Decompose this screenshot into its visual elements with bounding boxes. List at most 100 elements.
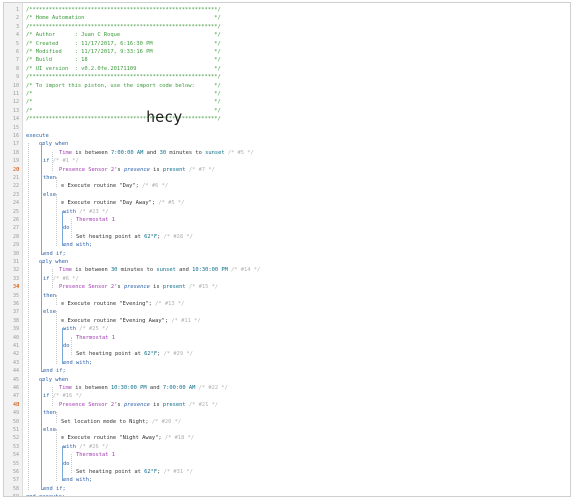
- code-line: do: [63, 460, 70, 468]
- line-number: 10: [12, 82, 19, 89]
- with-block-end: [62, 245, 65, 247]
- code-line: end execute;: [26, 493, 65, 496]
- line-number: 30: [12, 250, 19, 257]
- code-token: and: [143, 149, 160, 156]
- code-token: /***************************************…: [26, 23, 221, 30]
- code-token: /* #21 */: [185, 401, 219, 408]
- code-line: Time is between 30 minutes to sunset and…: [59, 266, 260, 274]
- warning-marker-icon[interactable]: !: [17, 283, 20, 291]
- code-token: presence: [123, 166, 150, 173]
- code-token: 's: [114, 284, 124, 291]
- code-token: /* #5 */: [155, 200, 185, 207]
- code-line: /***************************************…: [26, 73, 221, 81]
- code-token: /* #13 */: [151, 301, 185, 307]
- code-token: /* #5 */: [224, 149, 254, 156]
- code-line: do: [63, 224, 70, 232]
- code-token: Thermostat 1: [76, 217, 115, 223]
- code-line: /***************************************…: [26, 23, 221, 31]
- code-token: Thermostat 1: [76, 452, 115, 459]
- line-number: 54: [12, 452, 19, 459]
- line-number: 7: [15, 57, 19, 64]
- code-token: sunset: [205, 149, 225, 156]
- line-number: 36: [12, 301, 19, 307]
- line-number: 29: [12, 242, 19, 249]
- code-line: then: [43, 174, 56, 182]
- line-number: 4: [15, 32, 19, 39]
- code-line: end if;: [43, 250, 66, 258]
- code-token: 7:00:00 AM: [162, 385, 196, 391]
- line-number: 41: [12, 343, 19, 349]
- line-number: 40: [12, 334, 19, 341]
- line-number: 42: [12, 351, 19, 358]
- line-number: 35: [12, 292, 19, 299]
- code-token: is between: [71, 385, 111, 391]
- line-number: 38: [12, 317, 19, 324]
- code-token: /***************************************…: [26, 74, 221, 81]
- code-token: presence: [123, 284, 150, 291]
- code-token: Presence Sensor 2: [59, 166, 115, 173]
- code-token: to: [143, 267, 157, 274]
- line-number: 11: [12, 91, 19, 97]
- code-token: Execute routine "Day";: [64, 183, 139, 190]
- if-block-end: [41, 253, 44, 255]
- code-line: /* Created : 11/17/2017, 6:16:30 PM */: [26, 40, 221, 48]
- code-token: 62°F: [144, 351, 158, 358]
- code-token: /* #25 */: [75, 326, 109, 333]
- line-number: 21: [12, 175, 19, 181]
- code-token: Execute routine "Evening";: [64, 301, 152, 307]
- branch-guide: [56, 294, 58, 305]
- warning-marker-icon[interactable]: !: [17, 166, 20, 174]
- warning-marker-icon[interactable]: !: [17, 401, 20, 409]
- branch-guide: [56, 311, 58, 364]
- code-line: end with;: [63, 359, 92, 367]
- code-line: do: [63, 342, 70, 350]
- code-line: end with;: [63, 241, 92, 249]
- code-token: do: [63, 343, 70, 349]
- with-inner-guide: [71, 336, 73, 356]
- code-token: /* Created : 11/17/2017, 6:16:30 PM */: [26, 40, 221, 47]
- code-line: Set heating point at 62°F; /* #28 */: [76, 233, 193, 241]
- code-line: Set location mode to Night; /* #20 */: [61, 418, 181, 426]
- code-line: with /* #25 */: [63, 325, 108, 333]
- line-number: 12: [12, 99, 19, 106]
- code-line: end if;: [43, 367, 66, 375]
- code-token: end if;: [43, 250, 66, 257]
- code-token: /* Modified : 11/17/2017, 9:33:16 PM */: [26, 49, 221, 55]
- code-token: minutes: [166, 149, 193, 156]
- if-block-guide: [41, 143, 42, 255]
- code-line: end if;: [43, 485, 66, 493]
- line-number: 43: [12, 359, 19, 366]
- line-number: 26: [12, 217, 19, 223]
- code-line: else: [43, 191, 56, 199]
- code-token: is: [149, 284, 163, 291]
- if-block-start: [41, 144, 44, 146]
- line-number: 23: [12, 191, 19, 198]
- with-inner-guide: [71, 454, 73, 473]
- line-number: 16: [12, 133, 19, 139]
- line-number: 32: [12, 267, 19, 274]
- code-token: /* #23 */: [75, 208, 109, 215]
- code-token: end if;: [43, 485, 66, 492]
- code-token: end if;: [43, 368, 66, 375]
- code-token: Presence Sensor 2: [59, 284, 115, 291]
- line-number: 6: [15, 49, 19, 55]
- code-line: ⊙ Execute routine "Night Away"; /* #18 *…: [61, 434, 194, 442]
- code-line: /* Home Automation */: [26, 14, 221, 22]
- line-number: 2: [15, 15, 19, 22]
- line-number-gutter: 1 2 3 4 5 6 7 8 9 10 11 12 13 14 15 16 17 18 19 20! 21 22 23 24…: [4, 3, 23, 496]
- code-token: Set heating point at: [76, 469, 145, 475]
- code-token: execute: [26, 133, 49, 139]
- line-number: 46: [12, 385, 19, 391]
- code-token: /* #28 */: [160, 233, 193, 240]
- line-number: 14: [12, 116, 19, 123]
- code-token: to: [192, 149, 206, 156]
- code-token: /* #29 */: [160, 351, 193, 358]
- code-token: /* #15 */: [185, 284, 219, 291]
- execute-block-guide: [28, 143, 30, 490]
- condition-guide: [52, 387, 54, 406]
- code-token: end with;: [63, 359, 93, 366]
- code-token: Execute routine "Night Away";: [64, 435, 162, 442]
- line-number: 51: [12, 427, 19, 433]
- code-token: present: [162, 284, 186, 291]
- line-number: 31: [12, 259, 19, 265]
